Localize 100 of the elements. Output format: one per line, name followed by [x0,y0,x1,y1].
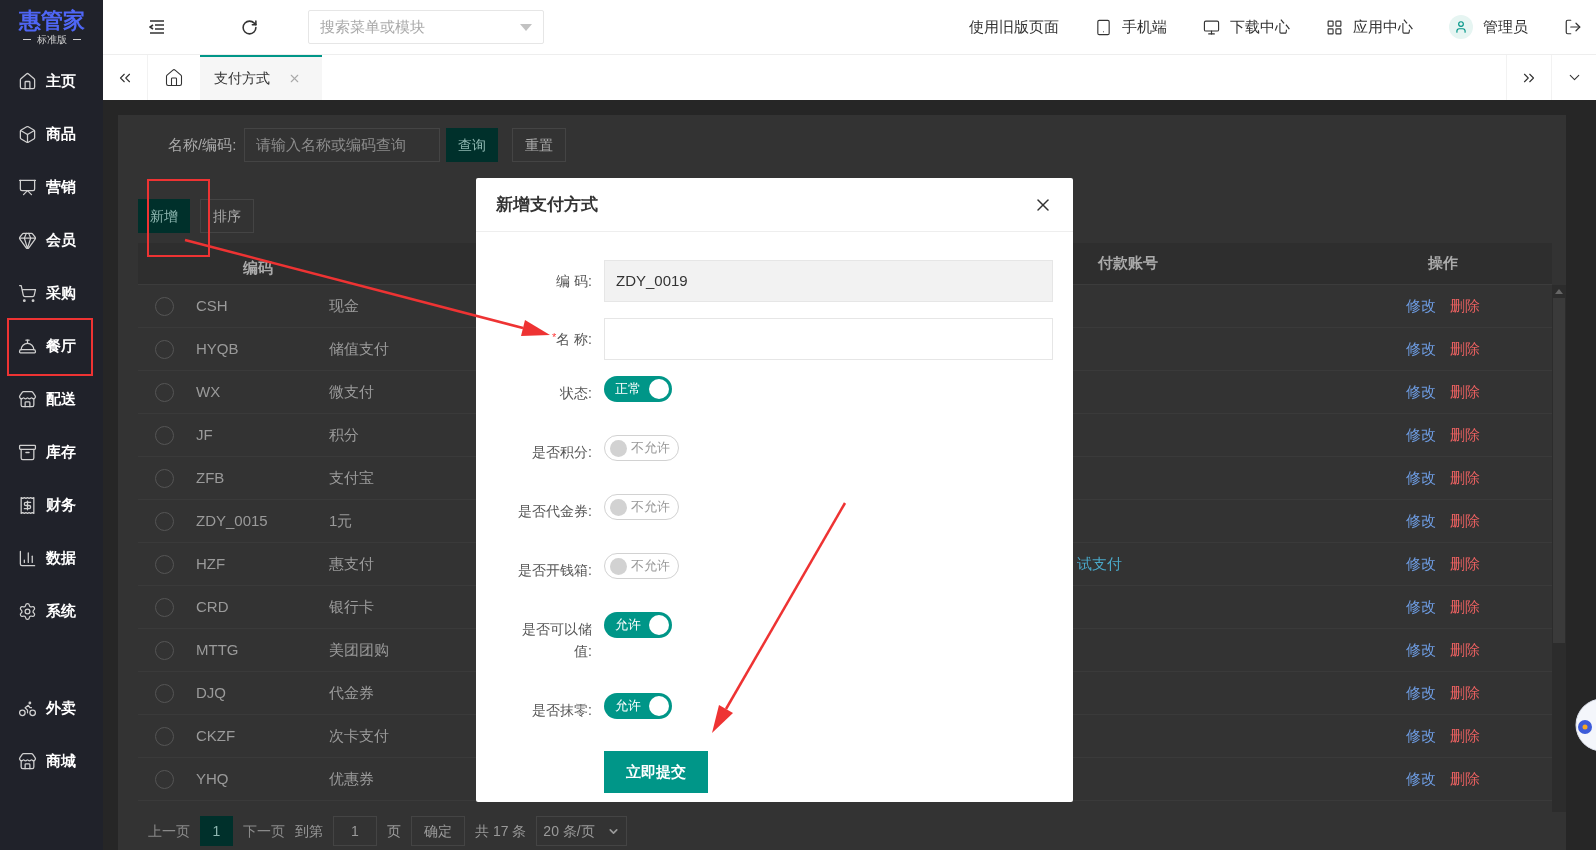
confirm-button[interactable]: 确定 [411,816,465,846]
sidebar-item[interactable]: 数据 [0,532,103,585]
toggle-switch[interactable]: 允许 [604,693,672,719]
logo: 惠管家 [18,8,85,33]
table-cell: MTTG [196,640,239,658]
table-cell: 积分 [329,425,359,443]
edit-link[interactable]: 修改 [1405,681,1436,705]
page-button[interactable]: 1 [200,816,233,846]
scrollbar[interactable] [1552,285,1566,812]
column-header: 付款账号 [1098,254,1158,272]
edit-link[interactable]: 修改 [1405,767,1436,791]
toggle-switch[interactable]: 不允许 [604,494,679,520]
filter-label: 名称/编码: [168,134,237,155]
tablet-icon [1095,18,1112,36]
sidebar-item[interactable]: 财务 [0,479,103,532]
toggle-switch[interactable]: 正常 [604,376,672,402]
text-field[interactable] [604,318,1053,360]
field-label: 编 码: [555,271,592,291]
refresh-icon[interactable] [241,18,258,36]
search-field[interactable]: 请输入名称或编码查询 [244,128,441,162]
edit-link[interactable]: 修改 [1405,552,1436,576]
delete-link[interactable]: 删除 [1449,423,1480,447]
sidebar-item[interactable]: 采购 [0,267,103,320]
top-bar-link[interactable]: 管理员 [1449,15,1528,39]
sidebar-item[interactable]: 配送 [0,373,103,426]
top-bar-link[interactable]: 手机端 [1095,15,1167,39]
page-input[interactable]: 1 [333,816,377,846]
top-bar-link[interactable]: 应用中心 [1326,15,1413,39]
avatar [1449,15,1473,39]
house-icon [18,72,37,91]
menu-fold-icon[interactable] [149,20,165,34]
delete-link[interactable]: 删除 [1449,552,1480,576]
edit-link[interactable]: 修改 [1405,509,1436,533]
table-cell: 代金券 [329,683,374,701]
sidebar-item[interactable]: 商品 [0,108,103,161]
field-label: 是否可以储值: [521,620,592,661]
sidebar-item[interactable]: 外卖 [0,682,103,735]
table-cell: 惠支付 [329,554,374,572]
sidebar-item[interactable]: 主页 [0,55,103,108]
top-bar-link[interactable]: 下载中心 [1203,15,1290,39]
table-cell: 1元 [329,511,353,529]
receipt-icon [18,496,37,515]
field-label: 是否代金券: [517,502,592,521]
delete-link[interactable]: 删除 [1449,380,1480,404]
table-cell: YHQ [196,769,229,787]
delete-link[interactable]: 删除 [1449,466,1480,490]
old-version-link[interactable]: 使用旧版页面 [969,15,1059,39]
edit-link[interactable]: 修改 [1405,466,1436,490]
assistant-icon[interactable] [1574,697,1596,753]
account-link[interactable]: 试支付 [1077,554,1122,572]
delete-link[interactable]: 删除 [1449,595,1480,619]
delete-link[interactable]: 删除 [1449,638,1480,662]
prev-page-link[interactable]: 上一页 [138,820,200,842]
edit-link[interactable]: 修改 [1405,294,1436,318]
tab[interactable]: 支付方式 [200,55,322,100]
table-cell: 支付宝 [329,468,374,486]
sidebar-item[interactable]: 库存 [0,426,103,479]
toolbar-button[interactable]: 排序 [200,199,254,233]
edition-label: 标准版 [36,32,67,47]
table-cell: 次卡支付 [329,726,389,744]
logout-icon[interactable] [1564,18,1582,36]
table-cell: CSH [196,296,228,314]
toggle-switch[interactable]: 不允许 [604,553,679,579]
table-cell: 银行卡 [329,597,374,615]
search-field[interactable]: 搜索菜单或模块 [308,10,544,44]
delete-link[interactable]: 删除 [1449,509,1480,533]
sidebar-item[interactable]: 营销 [0,161,103,214]
table-cell: ZFB [196,468,225,486]
bar-chart-icon [18,549,37,568]
delete-link[interactable]: 删除 [1449,294,1480,318]
reset-button[interactable]: 重置 [512,128,567,162]
toggle-switch[interactable]: 不允许 [604,435,679,461]
next-page-link[interactable]: 下一页 [233,820,295,842]
scroll-up-icon[interactable] [1555,289,1563,294]
delete-link[interactable]: 删除 [1449,681,1480,705]
field-label: *名 称: [550,329,592,349]
sidebar-item[interactable]: 餐厅 [0,320,103,373]
delete-link[interactable]: 删除 [1449,724,1480,748]
delete-link[interactable]: 删除 [1449,767,1480,791]
house-icon [164,67,184,88]
delete-link[interactable]: 删除 [1449,337,1480,361]
toolbar-button[interactable]: 新增 [138,199,190,233]
sidebar-item[interactable]: 商城 [0,735,103,788]
table-cell: ZDY_0015 [196,511,268,529]
edit-link[interactable]: 修改 [1405,595,1436,619]
sidebar-item[interactable]: 会员 [0,214,103,267]
page-size-select[interactable]: 20 条/页 [536,816,627,846]
edit-link[interactable]: 修改 [1405,380,1436,404]
goto-label: 到第 [295,821,323,841]
table-cell: HYQB [196,339,239,357]
toggle-switch[interactable]: 允许 [604,612,672,638]
edit-link[interactable]: 修改 [1405,724,1436,748]
submit-button[interactable]: 立即提交 [604,751,708,793]
table-cell: 现金 [329,296,359,314]
gem-icon [18,231,37,250]
edit-link[interactable]: 修改 [1405,423,1436,447]
query-button[interactable]: 查询 [446,128,499,162]
edit-link[interactable]: 修改 [1405,337,1436,361]
edit-link[interactable]: 修改 [1405,638,1436,662]
sidebar-item[interactable]: 系统 [0,585,103,638]
